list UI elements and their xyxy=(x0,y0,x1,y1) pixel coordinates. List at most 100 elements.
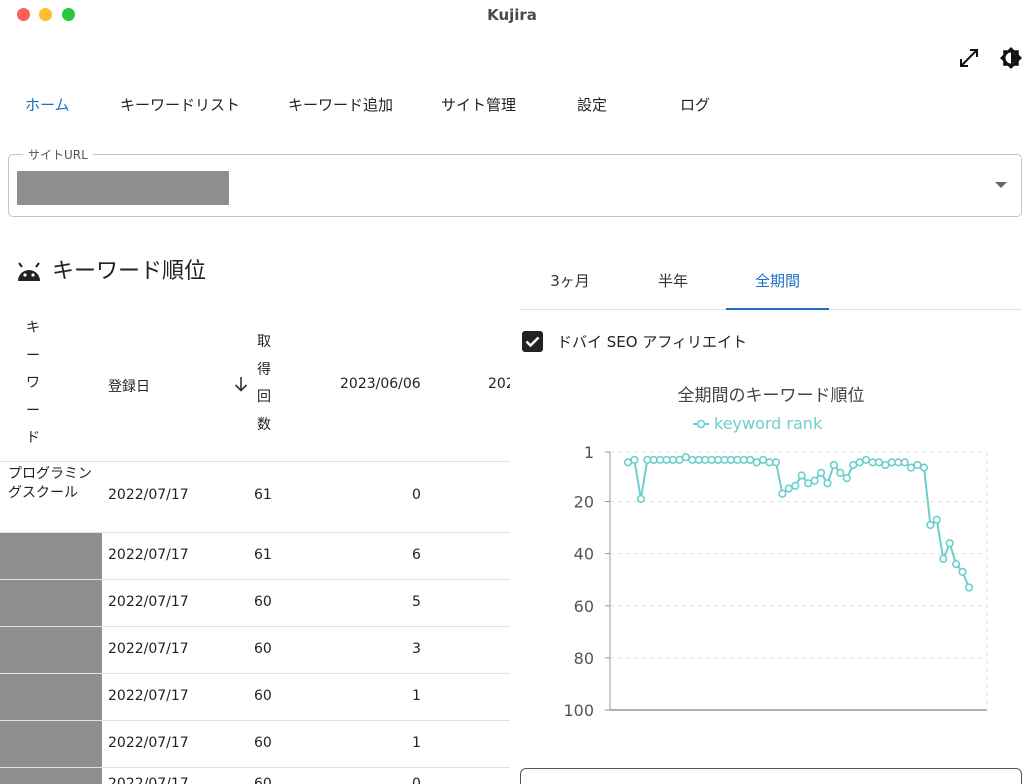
chart-point[interactable] xyxy=(791,481,800,490)
table-row[interactable]: 2022/07/17 60 0 xyxy=(0,767,510,784)
chart-point[interactable] xyxy=(958,567,967,576)
chart-y-tick-label: 20 xyxy=(574,493,594,512)
nav-keyword-list[interactable]: キーワードリスト xyxy=(120,92,240,118)
chart-point[interactable] xyxy=(862,455,871,464)
cell-rank-date-1: 5 xyxy=(412,594,421,610)
chart-point[interactable] xyxy=(939,554,948,563)
chart-point[interactable] xyxy=(945,539,954,548)
nav-home[interactable]: ホーム xyxy=(25,92,70,118)
site-url-label: サイトURL xyxy=(23,146,93,163)
chart-y-tick-label: 1 xyxy=(584,443,594,462)
tab-half-year[interactable]: 半年 xyxy=(623,258,723,310)
column-header-date-2[interactable]: 2023/06/05 xyxy=(488,376,510,392)
nav-log[interactable]: ログ xyxy=(680,92,710,118)
period-tabs: 3ヶ月 半年 全期間 xyxy=(520,258,1022,310)
column-header-registered[interactable]: 登録日 xyxy=(108,376,150,396)
cell-keyword: プログラミングスクール xyxy=(8,466,92,501)
chart-point[interactable] xyxy=(932,515,941,524)
nav-add-keyword[interactable]: キーワード追加 xyxy=(288,92,393,118)
table-row[interactable]: 2022/07/17 60 1 xyxy=(0,720,510,767)
chart-point[interactable] xyxy=(894,458,903,467)
chart-point[interactable] xyxy=(816,468,826,477)
chart-point[interactable] xyxy=(797,471,806,480)
chart-point[interactable] xyxy=(810,476,819,485)
nav-site-management[interactable]: サイト管理 xyxy=(441,92,516,118)
table-row[interactable]: 2022/07/17 61 6 xyxy=(0,532,510,579)
cell-fetch-count: 60 xyxy=(254,594,272,610)
chart-point[interactable] xyxy=(849,460,858,470)
chart-point[interactable] xyxy=(964,583,974,592)
android-icon xyxy=(16,261,42,283)
chart-point[interactable] xyxy=(784,484,793,493)
chart-point[interactable] xyxy=(649,455,658,464)
chart-point[interactable] xyxy=(681,453,690,462)
chart-point[interactable] xyxy=(636,494,645,503)
cell-fetch-count: 60 xyxy=(254,776,272,784)
cell-registered: 2022/07/17 xyxy=(108,487,189,503)
chart-point[interactable] xyxy=(668,455,678,464)
chart-point[interactable] xyxy=(707,455,716,464)
cell-fetch-count: 60 xyxy=(254,735,272,751)
chart-point[interactable] xyxy=(771,458,781,467)
chart-point[interactable] xyxy=(926,520,935,530)
chart-y-tick-label: 40 xyxy=(574,545,594,564)
cell-rank-date-1: 1 xyxy=(412,688,421,704)
chart-point[interactable] xyxy=(804,479,813,488)
keyword-rank-chart: 全期間のキーワード順位 keyword rank 1 20 40 60 80 100 xyxy=(563,386,988,720)
cell-rank-date-1: 1 xyxy=(412,735,421,751)
chart-point[interactable] xyxy=(752,458,761,467)
site-url-select[interactable]: サイトURL xyxy=(8,146,1022,217)
expand-arrows-icon[interactable] xyxy=(957,46,981,70)
cell-fetch-count: 60 xyxy=(254,688,272,704)
chart-point[interactable] xyxy=(881,460,890,470)
chart-point[interactable] xyxy=(623,458,633,467)
chart-point[interactable] xyxy=(746,455,755,464)
chart-y-ticks: 1 20 40 60 80 100 xyxy=(563,443,610,720)
nav-settings[interactable]: 設定 xyxy=(577,92,607,118)
dropdown-caret-icon xyxy=(995,182,1007,188)
chart-point[interactable] xyxy=(829,460,839,470)
chart-point[interactable] xyxy=(913,460,922,470)
chart-title: 全期間のキーワード順位 xyxy=(678,386,865,406)
series-checkbox-label: ドバイ SEO アフィリエイト xyxy=(557,333,748,351)
chart-point[interactable] xyxy=(907,463,916,472)
column-header-fetch-count[interactable]: 取得回数 xyxy=(255,329,273,439)
tab-3-months[interactable]: 3ヶ月 xyxy=(520,258,620,310)
cell-fetch-count: 61 xyxy=(254,487,272,503)
chart-point[interactable] xyxy=(688,455,697,464)
brightness-icon[interactable] xyxy=(999,46,1023,70)
column-header-date-1[interactable]: 2023/06/06 xyxy=(340,376,421,392)
arrow-down-icon[interactable] xyxy=(232,375,250,393)
table-row[interactable]: 2022/07/17 60 3 xyxy=(0,626,510,673)
chart-point[interactable] xyxy=(759,455,768,464)
table-row[interactable]: 2022/07/17 60 5 xyxy=(0,579,510,626)
chart-point[interactable] xyxy=(765,458,774,467)
chart-point[interactable] xyxy=(952,560,961,569)
chart-point[interactable] xyxy=(675,455,684,464)
window-titlebar: Kujira xyxy=(0,0,1024,30)
chart-point[interactable] xyxy=(778,489,787,498)
series-checkbox[interactable] xyxy=(522,331,543,352)
keyword-ranking-table: キーワード 登録日 取得回数 2023/06/06 2023/06/05 プログ… xyxy=(0,305,510,784)
tab-all-period[interactable]: 全期間 xyxy=(726,258,829,310)
chart-y-tick-label: 60 xyxy=(574,597,594,616)
chart-legend[interactable]: keyword rank xyxy=(693,414,823,433)
chart-point[interactable] xyxy=(874,458,884,467)
table-row[interactable]: 2022/07/17 60 1 xyxy=(0,673,510,720)
chart-point[interactable] xyxy=(726,455,735,464)
chart-point[interactable] xyxy=(919,463,929,472)
chart-point[interactable] xyxy=(900,458,909,467)
window-title: Kujira xyxy=(487,6,537,24)
chart-y-tick-label: 80 xyxy=(574,649,594,668)
cell-rank-date-1: 3 xyxy=(412,641,421,657)
column-header-keyword[interactable]: キーワード xyxy=(24,315,42,453)
chart-grid xyxy=(609,451,988,711)
chart-point[interactable] xyxy=(842,473,851,483)
chart-y-tick-label: 100 xyxy=(563,701,594,720)
chart-point[interactable] xyxy=(836,468,845,477)
chart-point[interactable] xyxy=(630,455,639,464)
chart-point[interactable] xyxy=(823,479,832,488)
table-row[interactable]: プログラミングスクール 2022/07/17 61 0 xyxy=(0,461,510,532)
chart-point[interactable] xyxy=(855,458,864,467)
cell-registered: 2022/07/17 xyxy=(108,594,189,610)
